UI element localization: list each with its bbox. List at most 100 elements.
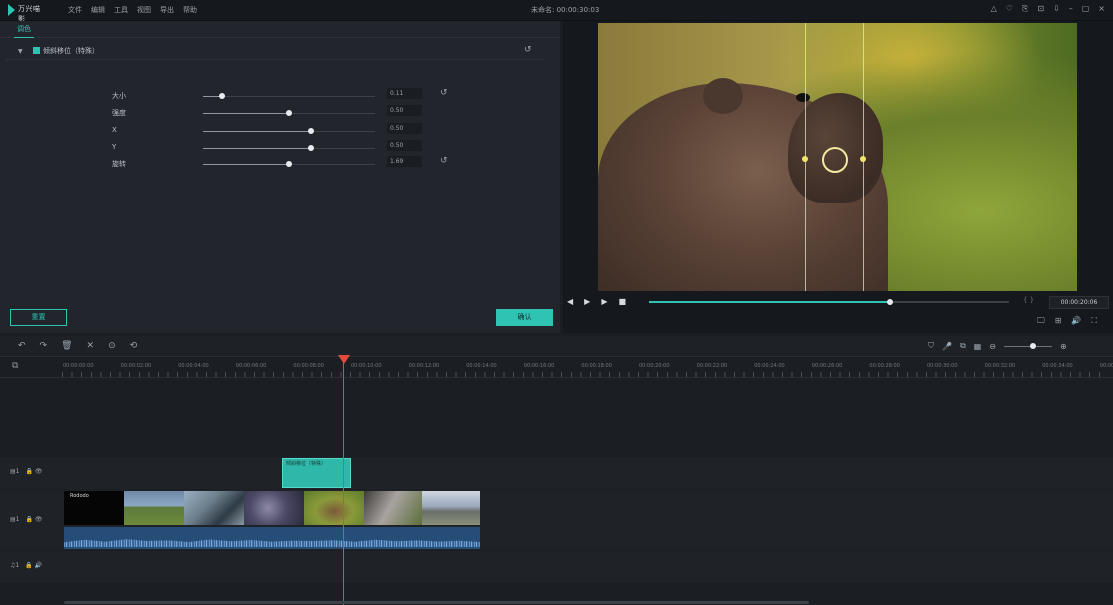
reset-icon[interactable]: ↺ (440, 88, 448, 98)
audio-waveform (64, 539, 480, 547)
prev-frame-icon[interactable]: ◀ (567, 297, 573, 306)
menu-item[interactable]: 文件 (68, 5, 82, 15)
track-controls[interactable]: 🔒 🔊 (25, 562, 42, 569)
effect-clip[interactable]: 倾斜移位（特殊） (282, 458, 351, 488)
param-slider-knob[interactable] (308, 128, 315, 134)
play-icon[interactable]: ▶ (584, 297, 590, 306)
track-controls[interactable]: 🔒 👁 (26, 516, 43, 523)
zoom-out-icon[interactable]: ⊖ (989, 342, 996, 351)
playback-scrubber[interactable] (887, 299, 894, 305)
menu-item[interactable]: 导出 (160, 5, 174, 15)
ok-button[interactable]: 确认 (496, 309, 553, 326)
undo-icon[interactable]: ↶ (18, 341, 26, 351)
param-slider-knob[interactable] (286, 110, 292, 116)
param-label: 大小 (112, 92, 126, 100)
ruler-tick-label: 00:00:10:00 (351, 363, 382, 369)
clip-thumbnail (184, 491, 244, 525)
rotate-icon[interactable]: ⟲ (130, 341, 138, 351)
menu-item[interactable]: 视图 (137, 5, 151, 15)
grid-icon[interactable]: ▦ (974, 342, 982, 351)
param-slider[interactable] (203, 145, 375, 151)
timeline-toolbar: ↶ ↷ 🗑 ✕ ⊙ ⟲ ⛉ 🎤 ⧉ ▦ ⊖ ⊕ (0, 336, 1113, 357)
clip-thumbnail (304, 491, 364, 525)
timeline-ruler[interactable]: ⧉ 00:00:00:00 00:00:02:00 00:00:04:00 00:00… (0, 357, 1113, 378)
param-value-input[interactable]: 0.50 (387, 105, 422, 116)
effect-settings-panel: 调色 ▼ 倾斜移位（特殊） ↺ 大小 0.11 ↺ 强度 0.50 X 0.50 Y 0.50 旋… (0, 21, 560, 333)
menu-item[interactable]: 帮助 (183, 5, 197, 15)
delete-icon[interactable]: 🗑 (61, 341, 72, 351)
param-value-input[interactable]: 0.11 (387, 88, 422, 99)
preview-tools: 🖵 ⊞ 🔊 ⛶ (1037, 316, 1097, 326)
param-value-input[interactable]: 0.50 (387, 140, 422, 151)
track-header: ▤1 🔒 👁 (10, 516, 43, 523)
param-slider-knob[interactable] (308, 145, 315, 151)
next-frame-icon[interactable]: ▶ (601, 297, 607, 306)
param-row: X 0.50 (0, 123, 560, 140)
tilt-handle-left[interactable] (802, 156, 808, 162)
menu-item[interactable]: 工具 (114, 5, 128, 15)
mark-in-out[interactable]: { } (1023, 296, 1034, 304)
tab-color[interactable]: 调色 (14, 24, 34, 38)
account-icon[interactable]: △ (991, 4, 997, 14)
menu-item[interactable]: 编辑 (91, 5, 105, 15)
param-row: Y 0.50 (0, 140, 560, 157)
mic-icon[interactable]: 🎤 (942, 342, 952, 351)
clip-thumbnail (364, 491, 422, 525)
playhead[interactable] (343, 357, 344, 605)
reset-icon[interactable]: ↺ (524, 45, 532, 55)
volume-icon[interactable]: 🔊 (1071, 316, 1081, 326)
param-slider[interactable] (203, 110, 375, 116)
effect-section-header[interactable]: ▼ 倾斜移位（特殊） ↺ (6, 43, 544, 60)
param-slider[interactable] (203, 128, 375, 134)
param-slider-knob[interactable] (218, 93, 225, 99)
transport-buttons: ◀ ▶ ▶ ■ (567, 297, 626, 306)
param-slider-fill (203, 131, 312, 132)
download-icon[interactable]: ⇩ (1053, 4, 1060, 14)
color-icon[interactable]: ⊙ (108, 341, 116, 351)
timeline-scrollbar[interactable] (64, 601, 809, 604)
playhead-handle[interactable] (338, 355, 350, 364)
track-label: ▤1 (10, 516, 20, 523)
timecode-display: 00:00:20:06 (1049, 296, 1109, 309)
redo-icon[interactable]: ↷ (40, 341, 48, 351)
video-preview[interactable] (598, 23, 1077, 291)
zoom-in-icon[interactable]: ⊕ (1060, 342, 1067, 351)
stop-icon[interactable]: ■ (618, 297, 626, 306)
param-value-input[interactable]: 1.69 (387, 156, 422, 167)
playback-progress[interactable] (649, 299, 1009, 305)
param-value-input[interactable]: 0.50 (387, 123, 422, 134)
reset-icon[interactable]: ↺ (440, 156, 448, 166)
ruler-tick-label: 00:00:24:00 (754, 363, 785, 369)
collapse-arrow-icon[interactable]: ▼ (18, 48, 23, 55)
ruler-tick-label: 00:00:32:00 (984, 363, 1016, 369)
track-header: ♫1 🔒 🔊 (10, 562, 42, 569)
timeline-tools-left: ↶ ↷ 🗑 ✕ ⊙ ⟲ (18, 341, 137, 351)
cut-icon[interactable]: ✕ (87, 341, 95, 351)
add-track-icon[interactable]: ⧉ (12, 361, 18, 371)
minimize-icon[interactable]: – (1069, 4, 1073, 14)
maximize-icon[interactable]: ▢ (1082, 4, 1090, 14)
track-controls[interactable]: 🔒 👁 (26, 468, 43, 475)
layout-icon[interactable]: ⊡ (1037, 4, 1044, 14)
reset-button[interactable]: 重置 (10, 309, 67, 326)
snap-icon[interactable]: ⧉ (960, 341, 966, 351)
param-slider-knob[interactable] (286, 161, 292, 167)
marker-icon[interactable]: ⛉ (928, 341, 934, 351)
preview-panel: ◀ ▶ ▶ ■ { } 00:00:20:06 🖵 ⊞ 🔊 ⛶ (563, 21, 1113, 333)
fullscreen-icon[interactable]: ⛶ (1091, 316, 1097, 326)
close-icon[interactable]: × (1098, 4, 1105, 14)
zoom-knob[interactable] (1029, 342, 1036, 349)
display-icon[interactable]: 🖵 (1037, 316, 1045, 326)
param-slider[interactable] (203, 161, 375, 167)
tilt-handle-right[interactable] (860, 156, 866, 162)
snapshot-icon[interactable]: ⊞ (1055, 316, 1062, 326)
favorite-icon[interactable]: ♡ (1006, 4, 1013, 14)
video-clip[interactable]: Rododo (64, 491, 480, 525)
ruler-tick-label: 00:00:14:00 (466, 363, 497, 369)
zoom-slider[interactable] (1003, 342, 1052, 349)
tilt-center-handle[interactable] (822, 147, 848, 173)
audio-clip[interactable] (64, 527, 480, 549)
param-slider[interactable] (203, 93, 375, 99)
effect-enable-checkbox[interactable] (33, 47, 40, 54)
copy-icon[interactable]: ⎘ (1022, 4, 1028, 14)
